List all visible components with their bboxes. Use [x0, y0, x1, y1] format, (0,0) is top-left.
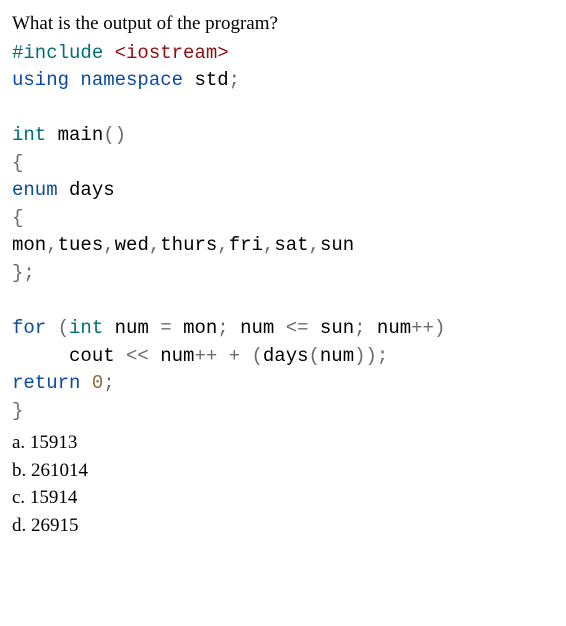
tok-comma: , [217, 234, 228, 256]
tok-space [240, 345, 251, 367]
code-block: #include <iostream> using namespace std;… [12, 40, 554, 426]
tok-thurs: thurs [160, 234, 217, 256]
code-line-14: } [12, 400, 23, 422]
tok-mon: mon [172, 317, 218, 339]
tok-comma: , [149, 234, 160, 256]
tok-comma: , [263, 234, 274, 256]
tok-eq: = [160, 317, 171, 339]
tok-semi: ; [217, 317, 228, 339]
tok-semi: ; [229, 69, 240, 91]
tok-plus: + [229, 345, 240, 367]
tok-paren: ( [58, 317, 69, 339]
answer-option-b: b. 261014 [12, 457, 554, 485]
tok-comma: , [103, 234, 114, 256]
tok-space [217, 345, 228, 367]
tok-paren: ( [251, 345, 262, 367]
tok-enum: enum [12, 179, 58, 201]
tok-le: <= [286, 317, 309, 339]
tok-space [46, 317, 57, 339]
code-line-1: #include <iostream> [12, 42, 229, 64]
tok-int: int [12, 124, 46, 146]
code-line-4: int main() [12, 124, 126, 146]
tok-comma: , [46, 234, 57, 256]
tok-sun: sun [320, 234, 354, 256]
tok-ltlt: << [126, 345, 149, 367]
tok-header: <iostream> [115, 42, 229, 64]
tok-comma: , [309, 234, 320, 256]
tok-semi: ; [354, 317, 365, 339]
tok-num2: num [320, 345, 354, 367]
tok-include: #include [12, 42, 103, 64]
tok-brace: } [12, 400, 23, 422]
tok-fri: fri [229, 234, 263, 256]
tok-days: days [58, 179, 115, 201]
tok-cout: cout [12, 345, 126, 367]
tok-int: int [69, 317, 103, 339]
code-line-11: for (int num = mon; num <= sun; num++) [12, 317, 445, 339]
tok-space [103, 42, 114, 64]
tok-space [80, 372, 91, 394]
tok-inc-paren: ++) [411, 317, 445, 339]
code-line-12: cout << num++ + (days(num)); [12, 345, 388, 367]
code-line-6: enum days [12, 179, 115, 201]
code-line-8: mon,tues,wed,thurs,fri,sat,sun [12, 234, 354, 256]
tok-parens-semi: )); [354, 345, 388, 367]
tok-wed: wed [115, 234, 149, 256]
tok-days: days [263, 345, 309, 367]
tok-inc: ++ [194, 345, 217, 367]
question-text: What is the output of the program? [12, 10, 554, 38]
code-line-9: }; [12, 262, 35, 284]
tok-main: main [46, 124, 103, 146]
tok-brace-semi: }; [12, 262, 35, 284]
tok-return: return [12, 372, 80, 394]
code-line-2: using namespace std; [12, 69, 240, 91]
tok-brace: { [12, 207, 23, 229]
tok-brace: { [12, 152, 23, 174]
tok-num3: num [366, 317, 412, 339]
tok-space [69, 69, 80, 91]
page: What is the output of the program? #incl… [0, 0, 566, 539]
answer-option-a: a. 15913 [12, 429, 554, 457]
tok-using: using [12, 69, 69, 91]
tok-sat: sat [274, 234, 308, 256]
tok-mon: mon [12, 234, 46, 256]
tok-num2: num [229, 317, 286, 339]
tok-zero: 0 [92, 372, 103, 394]
answer-option-c: c. 15914 [12, 484, 554, 512]
code-line-7: { [12, 207, 23, 229]
tok-namespace: namespace [80, 69, 183, 91]
tok-num: num [149, 345, 195, 367]
tok-std: std [183, 69, 229, 91]
code-line-5: { [12, 152, 23, 174]
tok-semi: ; [103, 372, 114, 394]
code-line-13: return 0; [12, 372, 115, 394]
tok-tues: tues [58, 234, 104, 256]
answer-option-d: d. 26915 [12, 512, 554, 540]
tok-num: num [103, 317, 160, 339]
tok-sun: sun [309, 317, 355, 339]
tok-for: for [12, 317, 46, 339]
tok-parens: () [103, 124, 126, 146]
tok-paren: ( [309, 345, 320, 367]
answer-options: a. 15913 b. 261014 c. 15914 d. 26915 [12, 429, 554, 539]
